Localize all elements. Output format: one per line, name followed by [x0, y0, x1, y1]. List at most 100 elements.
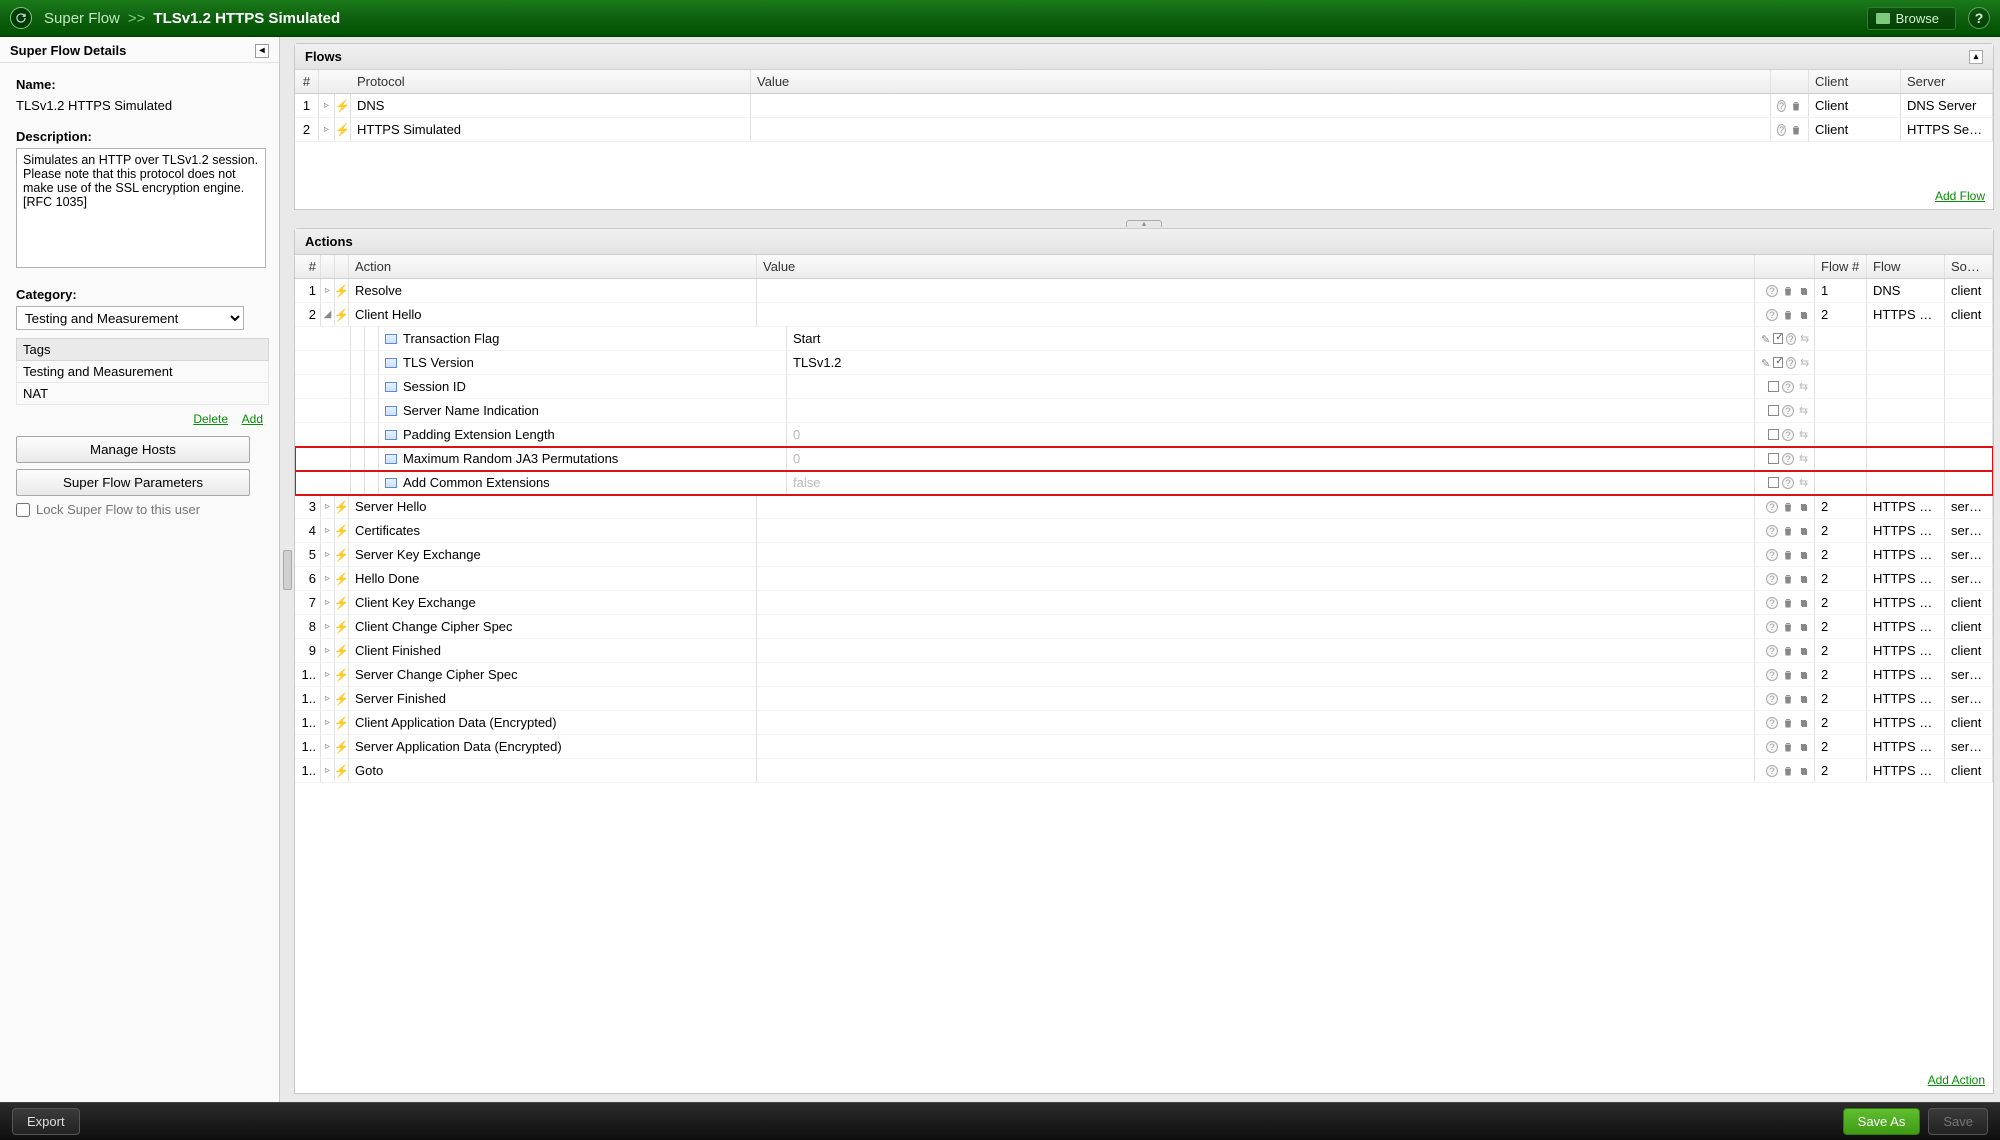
expand-icon[interactable]: ▹: [321, 615, 335, 638]
action-row[interactable]: 1..▹⚡Server Change Cipher Spec?2HTTPS Si…: [295, 663, 1993, 687]
action-row[interactable]: 1..▹⚡Server Application Data (Encrypted)…: [295, 735, 1993, 759]
collapse-sidebar-icon[interactable]: ◂: [255, 44, 269, 58]
delete-icon[interactable]: [1781, 548, 1794, 561]
checkbox-icon[interactable]: ✓: [1773, 333, 1783, 344]
back-button[interactable]: [10, 7, 32, 29]
copy-icon[interactable]: [1797, 668, 1810, 681]
help-icon[interactable]: ?: [1782, 381, 1794, 393]
help-icon[interactable]: ?: [1766, 741, 1778, 753]
description-textarea[interactable]: Simulates an HTTP over TLSv1.2 session. …: [16, 148, 266, 268]
category-select[interactable]: Testing and Measurement: [16, 306, 244, 330]
action-row[interactable]: 5▹⚡Server Key Exchange?2HTTPS Sim...serv…: [295, 543, 1993, 567]
copy-icon[interactable]: [1797, 524, 1810, 537]
delete-icon[interactable]: [1781, 524, 1794, 537]
flow-row[interactable]: 1▹⚡DNS? ClientDNS Server: [295, 94, 1993, 118]
delete-icon[interactable]: [1781, 716, 1794, 729]
help-icon[interactable]: ?: [1782, 453, 1794, 465]
help-icon[interactable]: ?: [1766, 717, 1778, 729]
help-icon[interactable]: ?: [1766, 573, 1778, 585]
breadcrumb-root[interactable]: Super Flow: [44, 10, 120, 27]
superflow-params-button[interactable]: Super Flow Parameters: [16, 469, 250, 496]
action-row[interactable]: 2◢⚡Client Hello?2HTTPS Sim...client: [295, 303, 1993, 327]
copy-icon[interactable]: [1797, 620, 1810, 633]
flow-row[interactable]: 2▹⚡HTTPS Simulated? ClientHTTPS Server: [295, 118, 1993, 142]
delete-icon[interactable]: [1790, 99, 1802, 112]
export-button[interactable]: Export: [12, 1108, 80, 1135]
checkbox-icon[interactable]: [1768, 405, 1779, 416]
help-icon[interactable]: ?: [1766, 501, 1778, 513]
copy-icon[interactable]: [1797, 572, 1810, 585]
checkbox-icon[interactable]: [1768, 477, 1779, 488]
action-row[interactable]: 1..▹⚡Server Finished?2HTTPS Sim...server: [295, 687, 1993, 711]
help-icon[interactable]: ?: [1766, 765, 1778, 777]
save-as-button[interactable]: Save As: [1843, 1108, 1921, 1135]
delete-icon[interactable]: [1781, 620, 1794, 633]
link-icon[interactable]: ⇆: [1797, 380, 1810, 393]
delete-icon[interactable]: [1781, 572, 1794, 585]
action-row[interactable]: 4▹⚡Certificates?2HTTPS Sim...server: [295, 519, 1993, 543]
delete-icon[interactable]: [1781, 284, 1794, 297]
add-flow-link[interactable]: Add Flow: [1935, 189, 1985, 203]
action-row[interactable]: 1..▹⚡Client Application Data (Encrypted)…: [295, 711, 1993, 735]
action-param-row[interactable]: TLS VersionTLSv1.2✓?⇆: [295, 351, 1993, 375]
action-row[interactable]: 1▹⚡Resolve?1DNSclient: [295, 279, 1993, 303]
help-icon[interactable]: ?: [1766, 549, 1778, 561]
checkbox-icon[interactable]: [1768, 453, 1779, 464]
link-icon[interactable]: ⇆: [1797, 404, 1810, 417]
expand-icon[interactable]: ▹: [319, 94, 335, 117]
copy-icon[interactable]: [1797, 284, 1810, 297]
link-icon[interactable]: ⇆: [1797, 428, 1810, 441]
copy-icon[interactable]: [1797, 500, 1810, 513]
expand-icon[interactable]: ▹: [321, 759, 335, 782]
edit-icon[interactable]: [1761, 331, 1770, 346]
action-row[interactable]: 9▹⚡Client Finished?2HTTPS Sim...client: [295, 639, 1993, 663]
action-param-row[interactable]: Add Common Extensionsfalse?⇆: [295, 471, 1993, 495]
help-icon[interactable]: ?: [1777, 124, 1786, 136]
help-icon[interactable]: ?: [1782, 429, 1794, 441]
action-param-row[interactable]: Padding Extension Length0?⇆: [295, 423, 1993, 447]
expand-icon[interactable]: ▹: [321, 639, 335, 662]
expand-icon[interactable]: ▹: [321, 663, 335, 686]
delete-icon[interactable]: [1781, 692, 1794, 705]
expand-icon[interactable]: ▹: [321, 735, 335, 758]
delete-icon[interactable]: [1781, 308, 1794, 321]
copy-icon[interactable]: [1797, 716, 1810, 729]
vertical-splitter[interactable]: [283, 550, 292, 590]
save-button[interactable]: Save: [1928, 1108, 1988, 1135]
delete-tag-link[interactable]: Delete: [193, 412, 228, 426]
copy-icon[interactable]: [1797, 548, 1810, 561]
expand-icon[interactable]: ▹: [319, 118, 335, 141]
delete-icon[interactable]: [1781, 596, 1794, 609]
link-icon[interactable]: ⇆: [1797, 476, 1810, 489]
checkbox-icon[interactable]: ✓: [1773, 357, 1783, 368]
action-param-row[interactable]: Server Name Indication?⇆: [295, 399, 1993, 423]
expand-icon[interactable]: ▹: [321, 687, 335, 710]
action-param-row[interactable]: Maximum Random JA3 Permutations0?⇆: [295, 447, 1993, 471]
manage-hosts-button[interactable]: Manage Hosts: [16, 436, 250, 463]
copy-icon[interactable]: [1797, 740, 1810, 753]
delete-icon[interactable]: [1790, 123, 1802, 136]
expand-icon[interactable]: ▹: [321, 279, 335, 302]
horizontal-splitter[interactable]: ▴: [1126, 220, 1162, 227]
copy-icon[interactable]: [1797, 644, 1810, 657]
lock-checkbox[interactable]: [16, 503, 30, 517]
browse-button[interactable]: Browse: [1867, 7, 1956, 30]
delete-icon[interactable]: [1781, 764, 1794, 777]
delete-icon[interactable]: [1781, 668, 1794, 681]
delete-icon[interactable]: [1781, 740, 1794, 753]
checkbox-icon[interactable]: [1768, 429, 1779, 440]
expand-icon[interactable]: ▹: [321, 495, 335, 518]
tag-row[interactable]: NAT: [16, 383, 269, 405]
expand-icon[interactable]: ▹: [321, 567, 335, 590]
delete-icon[interactable]: [1781, 644, 1794, 657]
action-row[interactable]: 7▹⚡Client Key Exchange?2HTTPS Sim...clie…: [295, 591, 1993, 615]
action-row[interactable]: 8▹⚡Client Change Cipher Spec?2HTTPS Sim.…: [295, 615, 1993, 639]
help-icon[interactable]: ?: [1766, 645, 1778, 657]
expand-icon[interactable]: ▹: [321, 519, 335, 542]
help-icon[interactable]: ?: [1782, 405, 1794, 417]
help-icon[interactable]: ?: [1786, 333, 1796, 345]
help-icon[interactable]: ?: [1782, 477, 1794, 489]
link-icon[interactable]: ⇆: [1799, 356, 1810, 369]
help-icon[interactable]: ?: [1766, 621, 1778, 633]
action-row[interactable]: 6▹⚡Hello Done?2HTTPS Sim...server: [295, 567, 1993, 591]
